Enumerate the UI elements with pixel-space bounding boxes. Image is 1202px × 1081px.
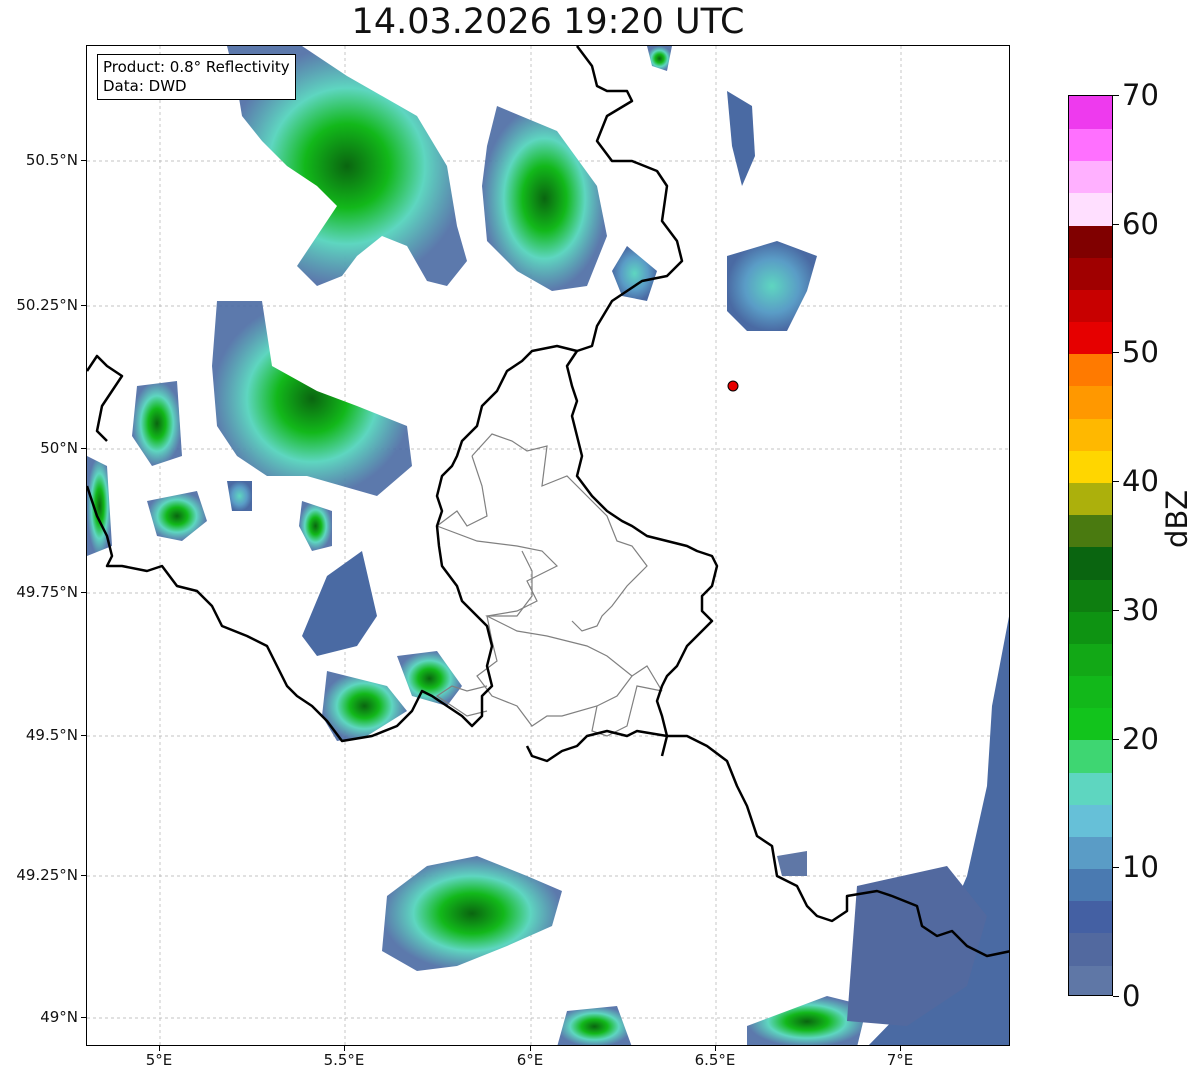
colorbar-segment <box>1069 932 1112 966</box>
colorbar-segment <box>1069 321 1112 355</box>
colorbar-tickmark <box>1113 352 1119 354</box>
colorbar-segment <box>1069 96 1112 129</box>
colorbar <box>1068 95 1113 996</box>
colorbar-tickmark <box>1113 609 1119 611</box>
colorbar-segment <box>1069 739 1112 773</box>
data-source-label: Data: DWD <box>103 77 187 95</box>
colorbar-segment <box>1069 289 1112 323</box>
colorbar-segment <box>1069 771 1112 805</box>
colorbar-segment <box>1069 449 1112 483</box>
colorbar-segment <box>1069 803 1112 837</box>
colorbar-segment <box>1069 514 1112 548</box>
colorbar-tick-label: 30 <box>1122 592 1159 627</box>
colorbar-segment <box>1069 836 1112 870</box>
lon-tick-label: 5°E <box>145 1051 173 1069</box>
colorbar-tick-label: 70 <box>1122 78 1159 112</box>
colorbar-segment <box>1069 256 1112 290</box>
lat-tickmark <box>81 305 86 306</box>
map-canvas <box>87 46 1009 1045</box>
colorbar-segment <box>1069 707 1112 741</box>
lat-tick-label: 50.25°N <box>16 296 78 314</box>
colorbar-segment <box>1069 353 1112 387</box>
colorbar-tickmark <box>1113 223 1119 225</box>
colorbar-segment <box>1069 675 1112 709</box>
lat-tickmark <box>81 1017 86 1018</box>
radar-map[interactable] <box>86 45 1010 1046</box>
colorbar-tickmark <box>1113 738 1119 740</box>
colorbar-segment <box>1069 128 1112 162</box>
colorbar-tick-label: 0 <box>1122 979 1141 1013</box>
lat-tickmark <box>81 448 86 449</box>
info-box: Product: 0.8° Reflectivity Data: DWD <box>97 54 296 100</box>
colorbar-tick-label: 10 <box>1122 850 1159 885</box>
lat-tickmark <box>81 735 86 736</box>
radar-site-marker <box>727 380 739 392</box>
admin-boundaries <box>435 433 663 737</box>
colorbar-tickmark <box>1113 95 1119 96</box>
colorbar-tick-label: 20 <box>1122 721 1159 756</box>
colorbar-tick-label: 50 <box>1122 335 1159 370</box>
colorbar-tick-label: 40 <box>1122 464 1159 499</box>
colorbar-segment <box>1069 610 1112 644</box>
colorbar-tick-label: 60 <box>1122 206 1159 241</box>
colorbar-segment <box>1069 482 1112 516</box>
colorbar-segment <box>1069 868 1112 902</box>
lon-tick-label: 6°E <box>516 1051 544 1069</box>
colorbar-segment <box>1069 546 1112 580</box>
colorbar-segment <box>1069 417 1112 451</box>
colorbar-unit-label: dBZ <box>1160 489 1194 548</box>
lat-tick-label: 49°N <box>40 1008 78 1026</box>
lat-tick-label: 49.75°N <box>16 583 78 601</box>
colorbar-segment <box>1069 900 1112 934</box>
colorbar-segment <box>1069 224 1112 258</box>
colorbar-segment <box>1069 964 1112 995</box>
colorbar-segment <box>1069 578 1112 612</box>
colorbar-segment <box>1069 385 1112 419</box>
precipitation-echoes <box>87 46 1009 1045</box>
colorbar-segment <box>1069 160 1112 194</box>
colorbar-segment <box>1069 643 1112 677</box>
lat-tickmark <box>81 160 86 161</box>
colorbar-tickmark <box>1113 481 1119 483</box>
lon-tick-label: 6.5°E <box>694 1051 736 1069</box>
colorbar-tickmark <box>1113 867 1119 869</box>
lat-tick-label: 50°N <box>40 439 78 457</box>
product-label: Product: 0.8° Reflectivity <box>103 58 290 76</box>
lat-tick-label: 49.5°N <box>25 726 78 744</box>
lat-tick-label: 50.5°N <box>25 151 78 169</box>
lat-tickmark <box>81 592 86 593</box>
lat-tick-label: 49.25°N <box>16 866 78 884</box>
colorbar-segment <box>1069 192 1112 226</box>
lon-tick-label: 7°E <box>886 1051 914 1069</box>
lon-tick-label: 5.5°E <box>323 1051 365 1069</box>
map-title: 14.03.2026 19:20 UTC <box>351 2 745 42</box>
colorbar-tickmark <box>1113 996 1119 997</box>
lat-tickmark <box>81 875 86 876</box>
